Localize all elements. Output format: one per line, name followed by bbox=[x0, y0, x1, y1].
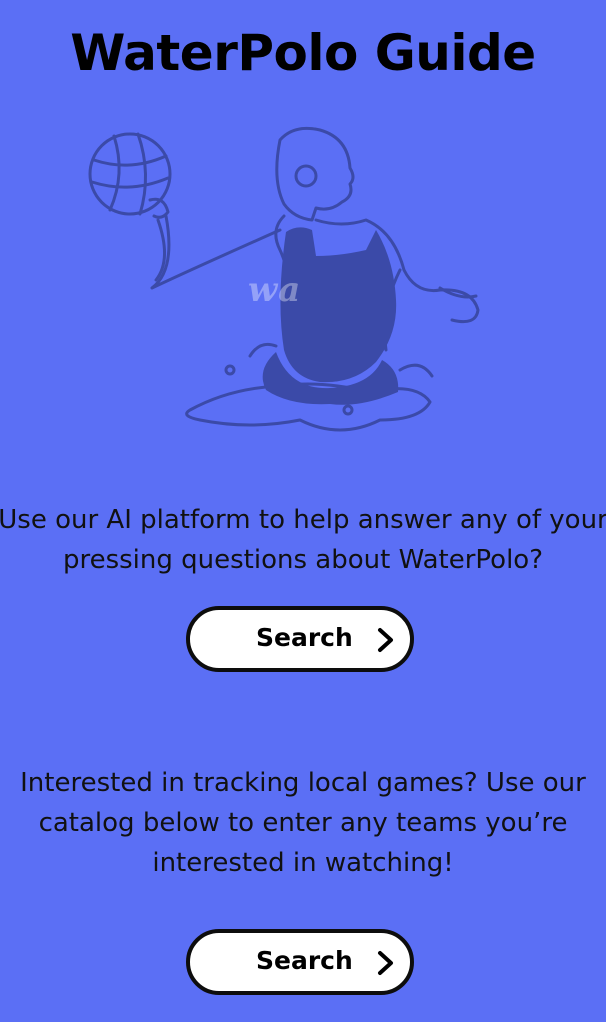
chevron-right-icon bbox=[378, 628, 393, 652]
page-title: WaterPolo Guide bbox=[70, 24, 536, 82]
ai-platform-description: Use our AI platform to help answer any o… bbox=[0, 505, 606, 575]
catalog-search-button[interactable]: Search bbox=[186, 929, 414, 995]
chevron-right-icon bbox=[378, 951, 393, 975]
ai-search-button[interactable]: Search bbox=[186, 606, 414, 672]
catalog-description: Interested in tracking local games? Use … bbox=[20, 768, 586, 878]
catalog-search-button-label: Search bbox=[256, 946, 353, 975]
ai-search-button-label: Search bbox=[256, 623, 353, 652]
image-watermark: wa bbox=[248, 270, 302, 310]
